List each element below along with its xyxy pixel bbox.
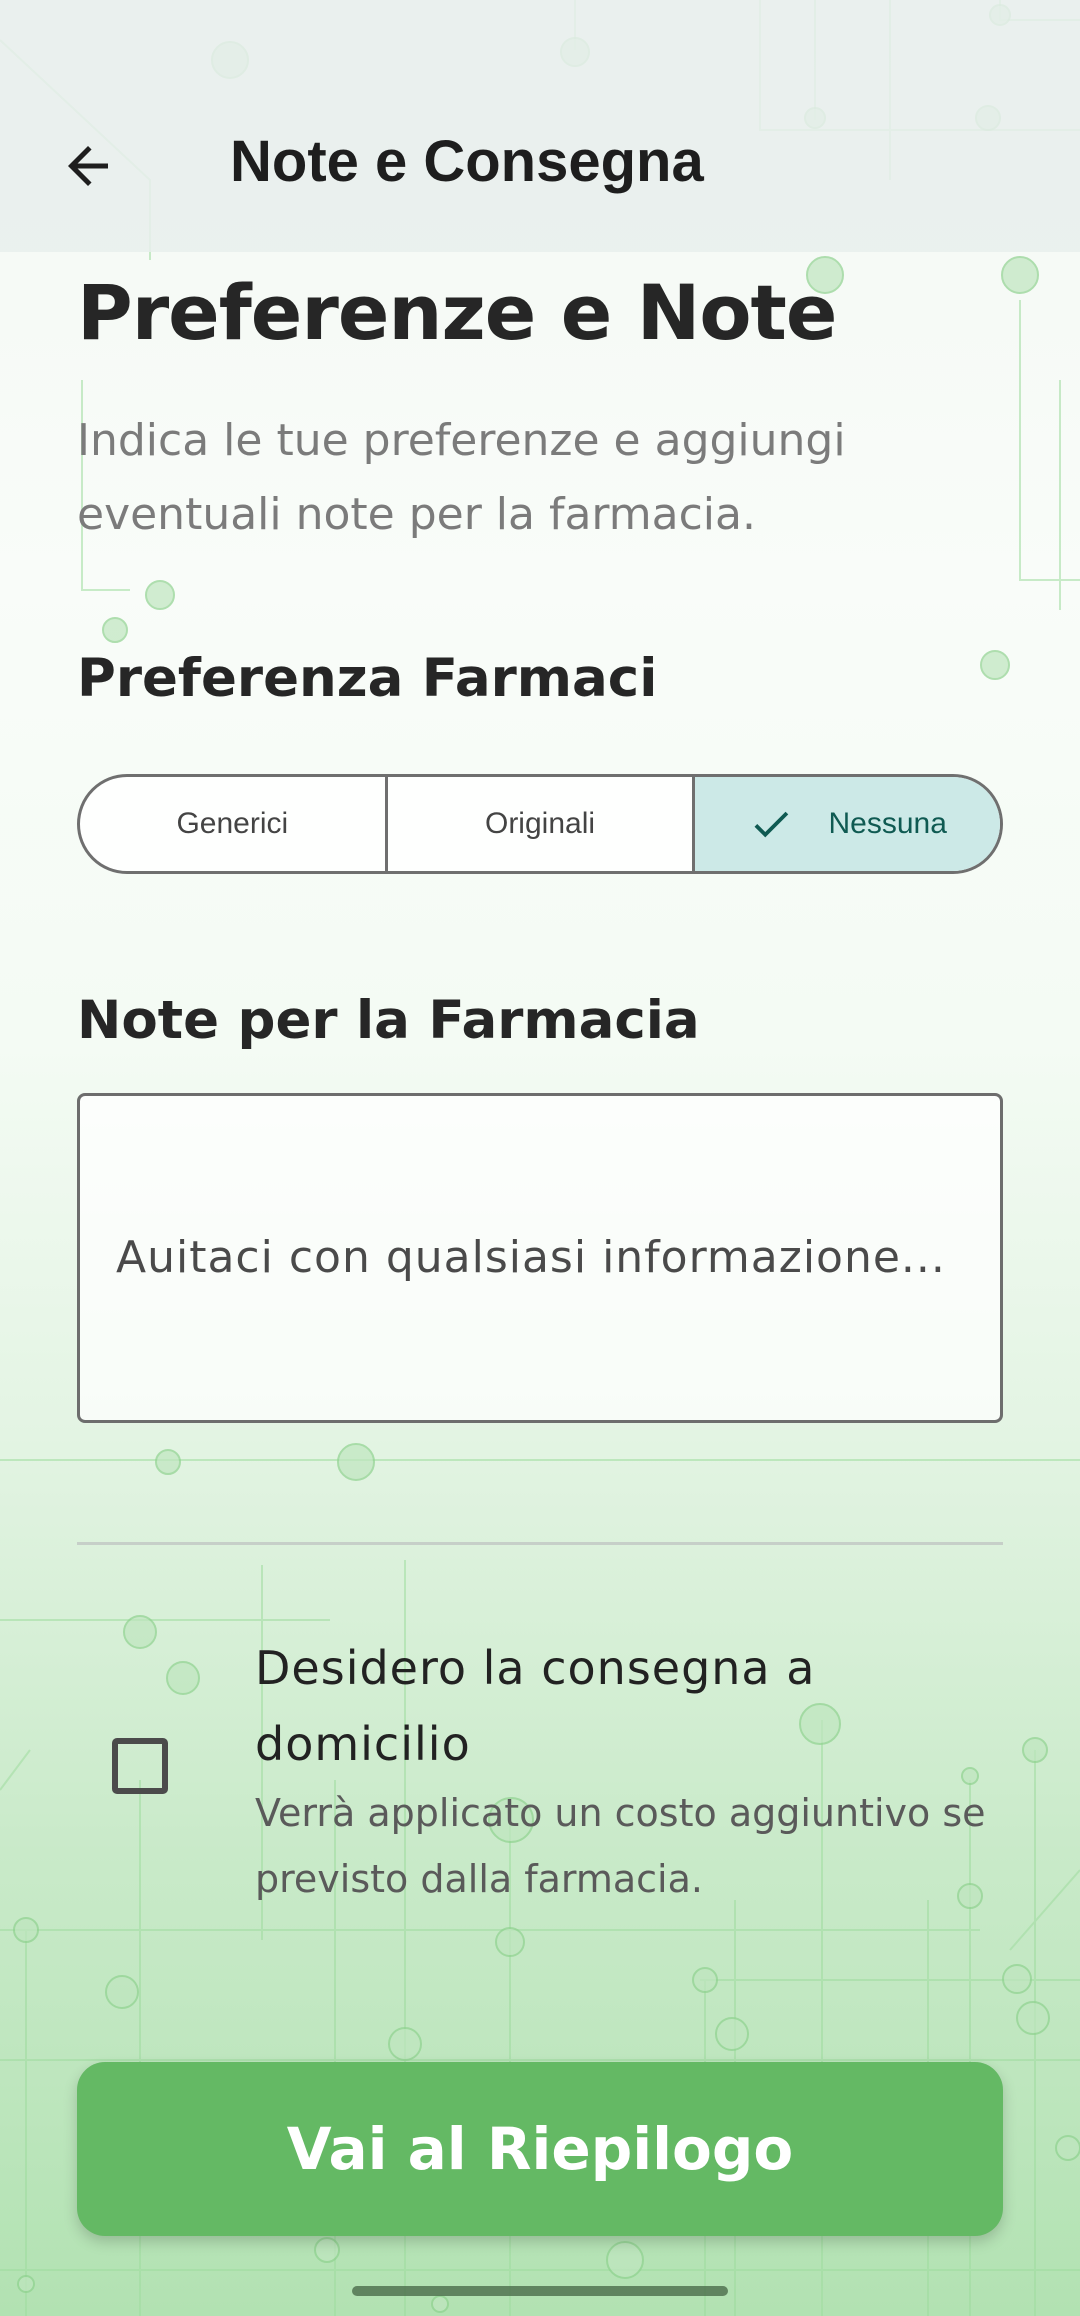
page-title: Preferenze e Note	[77, 268, 837, 357]
segment-originali[interactable]: Originali	[388, 777, 696, 871]
back-button[interactable]	[52, 130, 124, 202]
home-delivery-label[interactable]: Desidero la consegna a domicilio	[255, 1630, 1015, 1782]
home-delivery-description: Verrà applicato un costo aggiuntivo se p…	[255, 1791, 986, 1901]
page-subtitle: Indica le tue preferenze e aggiungi even…	[77, 415, 846, 540]
app-bar-title: Note e Consegna	[230, 129, 704, 194]
segment-nessuna[interactable]: Nessuna	[695, 777, 1000, 871]
divider	[77, 1542, 1003, 1545]
go-to-summary-label: Vai al Riepilogo	[286, 2115, 794, 2183]
drug-preference-title: Preferenza Farmaci	[77, 648, 658, 709]
check-icon	[748, 801, 794, 847]
home-indicator[interactable]	[352, 2286, 728, 2296]
arrow-left-icon	[68, 146, 108, 186]
drug-preference-segmented-control: Generici Originali Nessuna	[77, 774, 1003, 874]
notes-title: Note per la Farmacia	[77, 990, 700, 1051]
segment-label: Generici	[176, 807, 289, 840]
top-app-bar: Note e Consegna	[0, 0, 1080, 252]
notes-input[interactable]	[116, 1228, 1000, 1288]
segment-label: Nessuna	[828, 807, 947, 840]
go-to-summary-button[interactable]: Vai al Riepilogo	[77, 2062, 1003, 2236]
segment-generici[interactable]: Generici	[80, 777, 388, 871]
home-delivery-checkbox[interactable]	[112, 1738, 168, 1794]
notes-field[interactable]	[77, 1093, 1003, 1423]
segment-label: Originali	[484, 807, 596, 840]
